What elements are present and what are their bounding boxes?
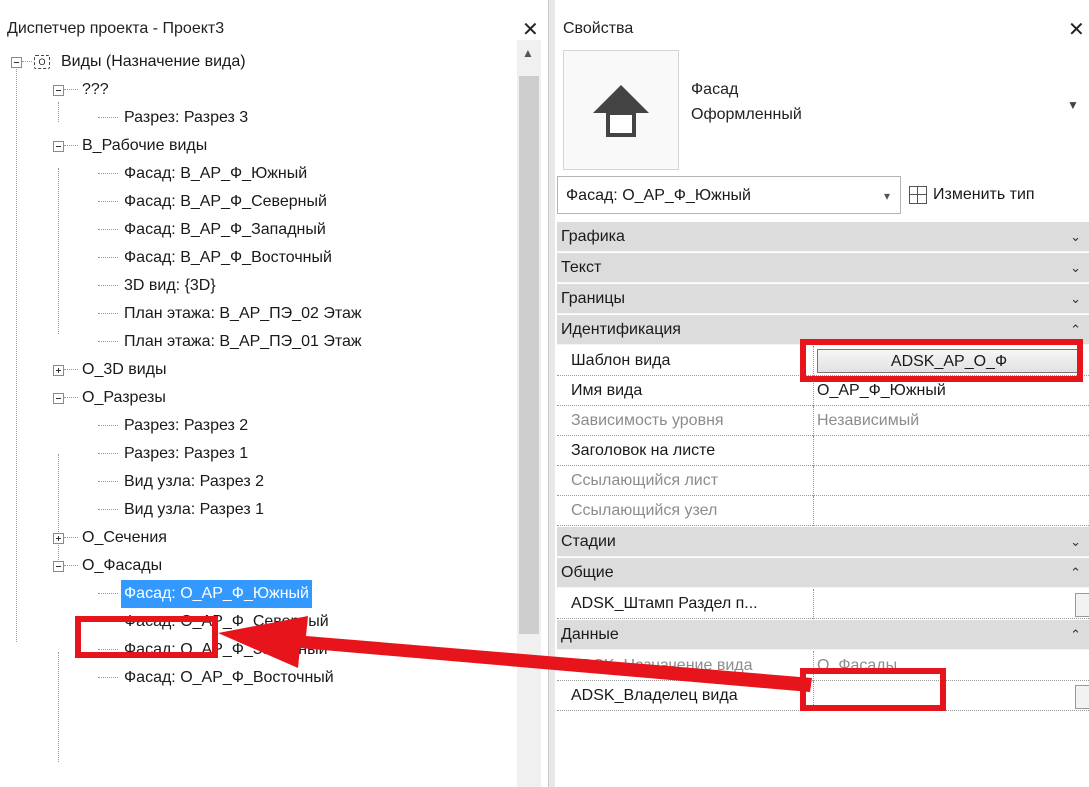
highlight-view-purpose-value: [800, 668, 946, 711]
highlight-view-template: [800, 339, 1083, 382]
highlight-o-facades-group: [75, 616, 218, 658]
